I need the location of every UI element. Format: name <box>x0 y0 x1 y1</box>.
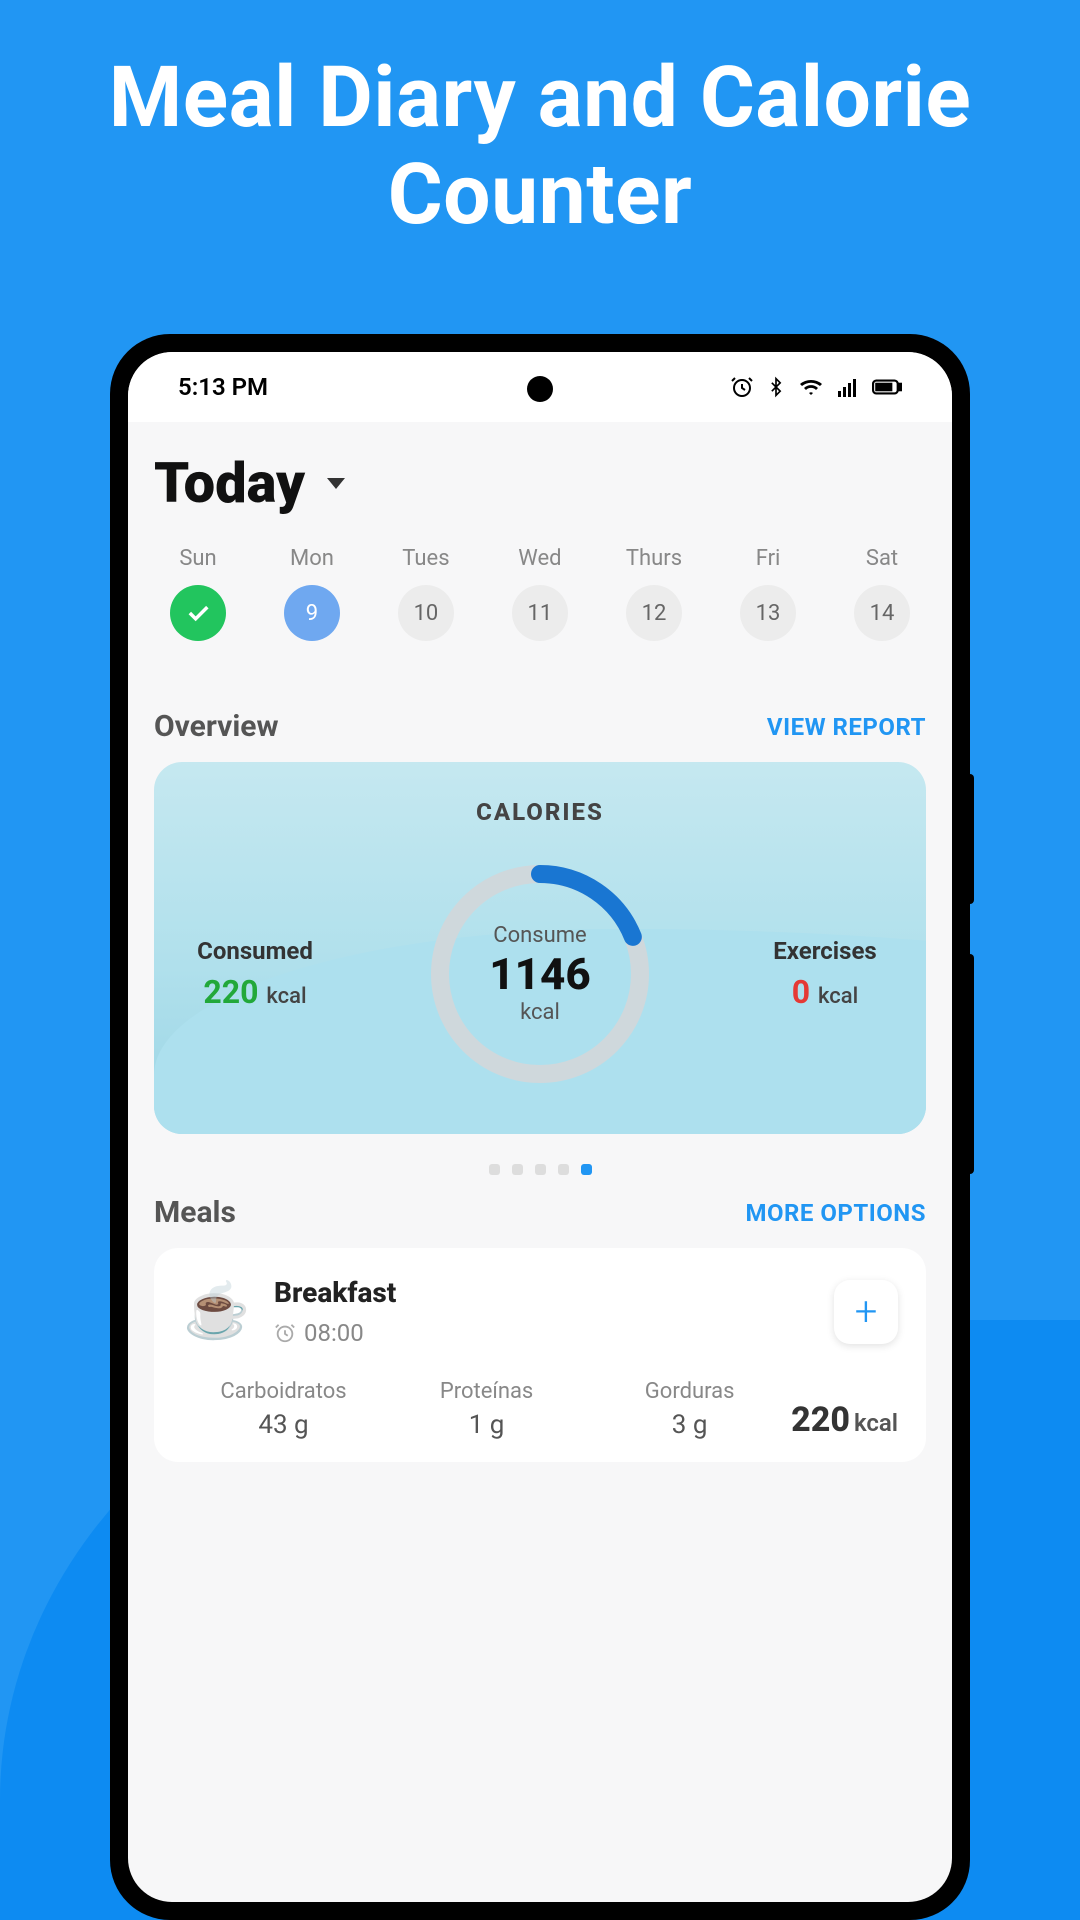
side-button <box>966 954 974 1174</box>
day-circle: 11 <box>512 585 568 641</box>
macro-label: Carboidratos <box>182 1379 385 1404</box>
macro-label: Proteínas <box>385 1379 588 1404</box>
macro-fat: Gorduras 3 g <box>588 1379 791 1440</box>
phone-frame: 5:13 PM Today Sun <box>110 334 970 1920</box>
day-label: Fri <box>756 546 781 571</box>
side-button <box>966 774 974 904</box>
consume-value: 1146 <box>489 948 591 1000</box>
day-mon[interactable]: Mon 9 <box>284 546 340 641</box>
add-meal-button[interactable]: + <box>834 1280 898 1344</box>
day-label: Sat <box>866 546 898 571</box>
day-circle: 14 <box>854 585 910 641</box>
macro-value: 43 g <box>182 1410 385 1440</box>
screen: 5:13 PM Today Sun <box>128 352 952 1902</box>
page-title: Today <box>154 450 305 516</box>
more-options-link[interactable]: MORE OPTIONS <box>745 1199 926 1227</box>
calorie-gauge: Consume 1146 kcal <box>420 854 660 1094</box>
macro-protein: Proteínas 1 g <box>385 1379 588 1440</box>
day-circle: 9 <box>284 585 340 641</box>
calendar-strip: Sun Mon 9 Tues 10 Wed 11 <box>154 516 926 667</box>
exercises-label: Exercises <box>773 937 876 965</box>
hero-title: Meal Diary and Calorie Counter <box>0 0 1080 283</box>
status-bar: 5:13 PM <box>128 352 952 422</box>
day-circle: 12 <box>626 585 682 641</box>
exercises-value: 0 <box>792 973 810 1011</box>
dot[interactable] <box>535 1164 546 1175</box>
calories-card[interactable]: CALORIES Consumed 220 kcal <box>154 762 926 1134</box>
status-icons <box>730 375 902 399</box>
meal-time: 08:00 <box>304 1319 364 1347</box>
view-report-link[interactable]: VIEW REPORT <box>767 713 926 741</box>
day-sun[interactable]: Sun <box>170 546 226 641</box>
meal-card-breakfast[interactable]: ☕ Breakfast 08:00 + Carboidratos <box>154 1248 926 1462</box>
consume-label: Consume <box>493 923 586 948</box>
exercises-block: Exercises 0 kcal <box>750 937 900 1011</box>
camera-notch <box>527 376 553 402</box>
day-label: Thurs <box>626 546 682 571</box>
day-fri[interactable]: Fri 13 <box>740 546 796 641</box>
meal-total-value: 220 <box>791 1400 850 1440</box>
day-label: Mon <box>290 546 334 571</box>
day-circle: 13 <box>740 585 796 641</box>
content: Overview VIEW REPORT CALORIES Consumed 2… <box>128 677 952 1474</box>
consumed-label: Consumed <box>197 937 313 965</box>
consume-unit: kcal <box>520 1000 560 1025</box>
check-icon <box>184 599 212 627</box>
overview-title: Overview <box>154 709 279 744</box>
plus-icon: + <box>855 1288 878 1335</box>
day-circle <box>170 585 226 641</box>
day-wed[interactable]: Wed 11 <box>512 546 568 641</box>
day-sat[interactable]: Sat 14 <box>854 546 910 641</box>
macro-label: Gorduras <box>588 1379 791 1404</box>
consumed-block: Consumed 220 kcal <box>180 937 330 1011</box>
overview-header: Overview VIEW REPORT <box>154 709 926 744</box>
meal-total-unit: kcal <box>854 1409 898 1437</box>
bluetooth-icon <box>766 375 786 399</box>
meal-name: Breakfast <box>274 1276 812 1309</box>
dot[interactable] <box>558 1164 569 1175</box>
meals-title: Meals <box>154 1195 236 1230</box>
dot[interactable] <box>512 1164 523 1175</box>
header: Today Sun Mon 9 Tues 10 <box>128 422 952 677</box>
day-tues[interactable]: Tues 10 <box>398 546 454 641</box>
meals-header: Meals MORE OPTIONS <box>154 1195 926 1230</box>
dot[interactable] <box>489 1164 500 1175</box>
signal-icon <box>836 375 860 399</box>
day-label: Tues <box>402 546 449 571</box>
meal-total: 220 kcal <box>791 1400 898 1440</box>
consumed-unit: kcal <box>266 984 306 1009</box>
exercises-unit: kcal <box>818 984 858 1009</box>
macro-value: 1 g <box>385 1410 588 1440</box>
dot-active[interactable] <box>581 1164 592 1175</box>
day-label: Wed <box>518 546 561 571</box>
day-thurs[interactable]: Thurs 12 <box>626 546 682 641</box>
macro-carbs: Carboidratos 43 g <box>182 1379 385 1440</box>
chevron-down-icon <box>327 478 345 489</box>
calories-title: CALORIES <box>180 798 900 826</box>
day-label: Sun <box>179 546 216 571</box>
battery-icon <box>872 375 902 399</box>
status-time: 5:13 PM <box>178 373 268 401</box>
alarm-icon <box>730 375 754 399</box>
alarm-icon <box>274 1322 296 1344</box>
macro-value: 3 g <box>588 1410 791 1440</box>
wifi-icon <box>798 375 824 399</box>
day-circle: 10 <box>398 585 454 641</box>
coffee-icon: ☕ <box>182 1280 252 1343</box>
consumed-value: 220 <box>203 973 258 1011</box>
date-selector[interactable]: Today <box>154 450 926 516</box>
page-indicator <box>154 1164 926 1175</box>
